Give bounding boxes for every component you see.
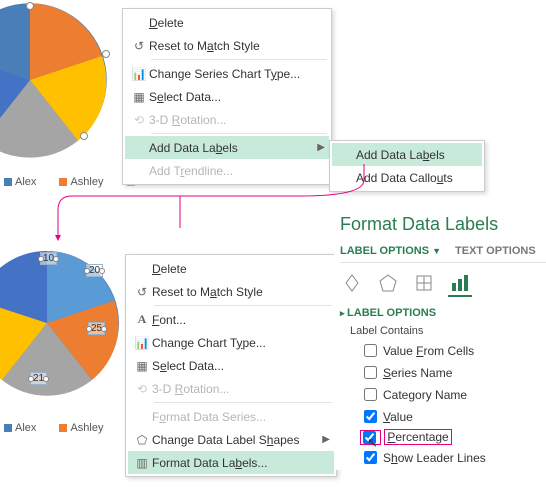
chart-icon: 📊 — [132, 336, 152, 350]
label-contains-header: Label Contains — [350, 325, 546, 337]
menu-reset[interactable]: ↺Reset to Match Style — [125, 34, 329, 57]
size-icon[interactable] — [412, 271, 436, 295]
format-data-labels-panel: Format Data Labels LABEL OPTIONS ▼ TEXT … — [334, 210, 546, 470]
grid-icon: ▦ — [129, 90, 149, 104]
effects-icon[interactable] — [376, 271, 400, 295]
menu2-change-label-shapes[interactable]: ⬠Change Data Label Shapes▶ — [128, 428, 334, 451]
chevron-down-icon: ▼ — [432, 246, 441, 256]
rotate-icon: ⟲ — [129, 113, 149, 127]
menu-add-data-labels[interactable]: Add Data Labels▶ — [125, 136, 329, 159]
tab-text-options[interactable]: TEXT OPTIONS — [455, 245, 536, 257]
check-series-name[interactable]: Series Name — [360, 363, 546, 382]
menu2-3d-rotation: ⟲3-D Rotation... — [128, 377, 334, 400]
menu2-format-data-labels[interactable]: ▥Format Data Labels... — [128, 451, 334, 474]
context-menu-1: Delete ↺Reset to Match Style 📊Change Ser… — [122, 8, 332, 185]
chevron-right-icon: ▶ — [322, 434, 330, 445]
menu2-format-series: Format Data Series... — [128, 405, 334, 428]
series-icon[interactable] — [448, 271, 472, 297]
context-menu-2: Delete ↺Reset to Match Style AFont... 📊C… — [125, 254, 337, 477]
check-leader-lines[interactable]: Show Leader Lines — [360, 448, 546, 467]
menu-3d-rotation: ⟲3-D Rotation... — [125, 108, 329, 131]
grid-icon: ▦ — [132, 359, 152, 373]
check-value-from-cells[interactable]: Value From Cells — [360, 341, 546, 360]
data-label[interactable]: 25 — [88, 322, 105, 335]
tab-label-options[interactable]: LABEL OPTIONS ▼ — [340, 245, 441, 257]
check-category-name[interactable]: Category Name — [360, 385, 546, 404]
pie-chart-2: 10 20 25 21 15 — [0, 248, 122, 398]
legend-item: Ashley — [70, 422, 103, 434]
submenu-add-callouts[interactable]: Add Data Callouts — [332, 166, 482, 189]
menu-delete[interactable]: Delete — [125, 11, 329, 34]
menu2-change-type[interactable]: 📊Change Chart Type... — [128, 331, 334, 354]
check-value[interactable]: Value — [360, 407, 546, 426]
shapes-icon: ⬠ — [132, 433, 152, 447]
menu-select-data[interactable]: ▦Select Data... — [125, 85, 329, 108]
font-icon: A — [132, 312, 152, 327]
data-label[interactable]: 10 — [40, 252, 57, 265]
menu-add-trendline: Add Trendline... — [125, 159, 329, 182]
legend-item: Alex — [15, 176, 36, 188]
reset-icon: ↺ — [132, 285, 152, 299]
menu-change-type[interactable]: 📊Change Series Chart Type... — [125, 62, 329, 85]
chart-icon: 📊 — [129, 67, 149, 81]
cursor-icon: ↖ — [367, 435, 378, 451]
submenu-add-data-labels[interactable]: Add Data Labels — [332, 143, 482, 166]
data-label[interactable]: 21 — [30, 372, 47, 385]
section-label-options[interactable]: LABEL OPTIONS — [340, 307, 546, 319]
fill-icon[interactable] — [340, 271, 364, 295]
menu2-delete[interactable]: Delete — [128, 257, 334, 280]
reset-icon: ↺ — [129, 39, 149, 53]
spreadsheet-grid — [336, 0, 546, 130]
legend-item: Ashley — [70, 176, 103, 188]
format-icon: ▥ — [132, 456, 152, 470]
chevron-right-icon: ▶ — [317, 142, 325, 153]
submenu-add-labels: Add Data Labels Add Data Callouts — [329, 140, 485, 192]
data-label[interactable]: 20 — [86, 264, 103, 277]
menu2-font[interactable]: AFont... — [128, 308, 334, 331]
check-percentage[interactable]: ↖ Percentage — [360, 429, 546, 445]
menu2-select-data[interactable]: ▦Select Data... — [128, 354, 334, 377]
pie-chart-1 — [0, 0, 110, 160]
menu2-reset[interactable]: ↺Reset to Match Style — [128, 280, 334, 303]
rotate-icon: ⟲ — [132, 382, 152, 396]
panel-title: Format Data Labels — [340, 214, 546, 235]
legend-item: Alex — [15, 422, 36, 434]
